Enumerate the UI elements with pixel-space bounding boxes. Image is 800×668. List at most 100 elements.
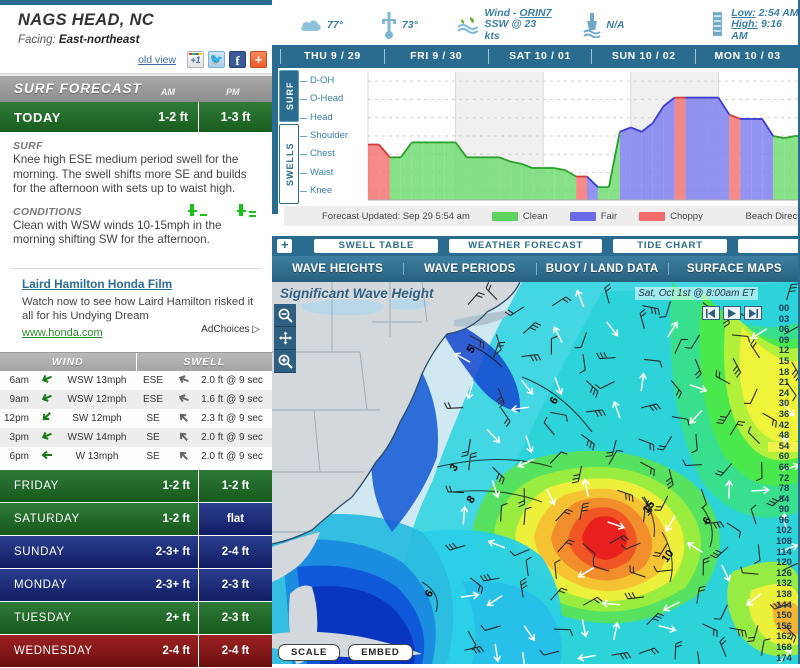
map-title: Significant Wave Height: [280, 286, 434, 301]
list-item[interactable]: WEDNESDAY2-4 ft2-4 ft: [0, 635, 272, 668]
hour-option[interactable]: 36: [768, 410, 800, 421]
today-pm-value: 1-3 ft: [221, 110, 251, 124]
swell-chart-plot[interactable]: D-OHO-HeadHeadShoulderChestWaistKnee: [300, 68, 800, 206]
today-am-cell[interactable]: TODAY 1-2 ft: [0, 102, 198, 132]
list-item[interactable]: SATURDAY1-2 ftflat: [0, 503, 272, 536]
hour-option[interactable]: 168: [768, 643, 800, 654]
map-timestamp: Sat, Oct 1st @ 8:00am ET: [635, 287, 758, 300]
day-pm-cell[interactable]: 2-3 ft: [198, 602, 272, 634]
forecast-updated-text: Forecast Updated: Sep 29 5:54 am: [322, 211, 470, 222]
tide-condition: Low: 2:54 AM High: 9:16 AM: [710, 8, 800, 43]
wind-direction-arrow-icon: [34, 391, 58, 408]
map-tab-3[interactable]: SURFACE MAPS: [669, 263, 800, 275]
day-pm-cell[interactable]: 2-3 ft: [198, 569, 272, 601]
day-am-cell[interactable]: TUESDAY2+ ft: [0, 602, 198, 634]
step-back-icon[interactable]: [702, 306, 720, 320]
day-am-cell[interactable]: MONDAY2-3+ ft: [0, 569, 198, 601]
day-am-cell[interactable]: SUNDAY2-3+ ft: [0, 536, 198, 568]
current-conditions-bar: 77° 73° Wi: [272, 5, 800, 45]
legend-item-choppy: Choppy: [639, 211, 703, 222]
y-tick-label: D-OH: [310, 75, 334, 86]
day-am-value: 1-2 ft: [163, 513, 190, 525]
y-tick-label: Shoulder: [310, 130, 348, 141]
y-tick: [300, 81, 307, 82]
conditions-text: Clean with WSW winds 10-15mph in the mor…: [13, 219, 260, 248]
day-tab-1[interactable]: FRI 9 / 30: [384, 49, 488, 64]
buoy-condition: N/A: [583, 12, 624, 38]
y-tick: [300, 154, 307, 155]
today-pm-cell[interactable]: 1-3 ft: [198, 102, 272, 132]
old-view-link[interactable]: old view: [138, 54, 176, 66]
pan-icon[interactable]: [274, 327, 296, 350]
row-time: 6pm: [0, 451, 34, 462]
day-pm-cell[interactable]: flat: [198, 503, 272, 535]
wind-value: SSW @ 23 kts: [484, 18, 536, 42]
today-forecast-row[interactable]: TODAY 1-2 ft 1-3 ft: [0, 102, 272, 132]
wind-station-link[interactable]: ORIN7: [519, 7, 551, 19]
hour-option[interactable]: 00: [768, 304, 800, 315]
map-tab-1[interactable]: WAVE PERIODS: [404, 263, 536, 275]
scale-button[interactable]: SCALE: [278, 644, 340, 661]
zoom-out-icon[interactable]: [274, 304, 296, 327]
map-hour-scale[interactable]: 0003060912151821243036424854606672788490…: [768, 304, 800, 664]
wind-value: W 13mph: [58, 451, 136, 462]
swell-value: 1.6 ft @ 9 sec: [196, 394, 272, 405]
day-tab-4[interactable]: MON 10 / 03: [695, 49, 800, 64]
expand-panel-button[interactable]: +: [277, 239, 292, 253]
day-tab-3[interactable]: SUN 10 / 02: [591, 49, 695, 64]
zoom-in-icon[interactable]: [274, 350, 296, 373]
map-zoom-controls: [274, 304, 296, 373]
twitter-icon[interactable]: 🐦: [208, 51, 225, 68]
conditions-heading-row: CONDITIONS: [13, 206, 260, 218]
embed-button[interactable]: EMBED: [348, 644, 412, 661]
hour-option[interactable]: 66: [768, 463, 800, 474]
day-pm-cell[interactable]: 2-4 ft: [198, 635, 272, 667]
tab-surf[interactable]: SURF: [279, 70, 299, 122]
swell-value: 2.0 ft @ 9 sec: [196, 375, 272, 386]
weather-forecast-button[interactable]: WEATHER FORECAST: [449, 239, 602, 253]
wind-direction-arrow-icon: [34, 429, 58, 446]
list-item[interactable]: SUNDAY2-3+ ft 2-4 ft: [0, 536, 272, 569]
day-pm-cell[interactable]: 2-4 ft: [198, 536, 272, 568]
map-tab-2[interactable]: BUOY / LAND DATA: [537, 263, 669, 275]
day-pm-cell[interactable]: 1-2 ft: [198, 470, 272, 502]
ad-title-link[interactable]: Laird Hamilton Honda Film: [22, 277, 172, 291]
wave-height-map[interactable]: 3568101566 Significant Wave Height Sat, …: [272, 282, 800, 664]
ad-choices-label[interactable]: AdChoices ▷: [201, 324, 260, 335]
google-plus-one-icon[interactable]: +1: [187, 51, 204, 68]
facebook-icon[interactable]: f: [229, 51, 246, 68]
swell-direction-arrow-icon: [170, 372, 196, 389]
map-canvas[interactable]: 3568101566: [272, 282, 800, 664]
day-am-cell[interactable]: FRIDAY1-2 ft: [0, 470, 198, 502]
day-am-cell[interactable]: SATURDAY1-2 ft: [0, 503, 198, 535]
today-label: TODAY: [14, 110, 61, 125]
tide-low-label[interactable]: Low:: [731, 7, 756, 19]
y-tick: [300, 136, 307, 137]
cloud-icon: [300, 18, 322, 32]
list-item[interactable]: MONDAY2-3+ ft2-3 ft: [0, 569, 272, 602]
day-pm-value: 2-4 ft: [222, 546, 249, 558]
map-tab-0[interactable]: WAVE HEIGHTS: [272, 263, 404, 275]
tab-swells[interactable]: SWELLS: [279, 124, 299, 204]
extra-button[interactable]: [738, 239, 800, 253]
condition-rating-icons: [82, 204, 260, 217]
tide-high-label[interactable]: High:: [731, 18, 758, 30]
list-item[interactable]: FRIDAY1-2 ft1-2 ft: [0, 470, 272, 503]
list-item[interactable]: TUESDAY2+ ft2-3 ft: [0, 602, 272, 635]
step-forward-icon[interactable]: [744, 306, 762, 320]
wind-value: WSW 14mph: [58, 432, 136, 443]
more-share-icon[interactable]: +: [250, 51, 267, 68]
ad-url-link[interactable]: www.honda.com: [22, 327, 103, 339]
play-icon[interactable]: [723, 306, 741, 320]
day-am-cell[interactable]: WEDNESDAY2-4 ft: [0, 635, 198, 667]
legend-label-clean: Clean: [523, 211, 548, 222]
tide-chart-button[interactable]: TIDE CHART: [613, 239, 727, 253]
swell-table-button[interactable]: SWELL TABLE: [314, 239, 438, 253]
swell-direction: SE: [136, 413, 170, 424]
day-tab-0[interactable]: THU 9 / 29: [280, 49, 384, 64]
hour-option[interactable]: 15: [768, 357, 800, 368]
today-am-value: 1-2 ft: [158, 110, 188, 124]
buoy-icon: [583, 12, 601, 38]
swell-chart-panel: SURF SWELLS D-OHO-HeadHeadShoulderChestW…: [272, 68, 800, 214]
day-tab-2[interactable]: SAT 10 / 01: [488, 49, 592, 64]
